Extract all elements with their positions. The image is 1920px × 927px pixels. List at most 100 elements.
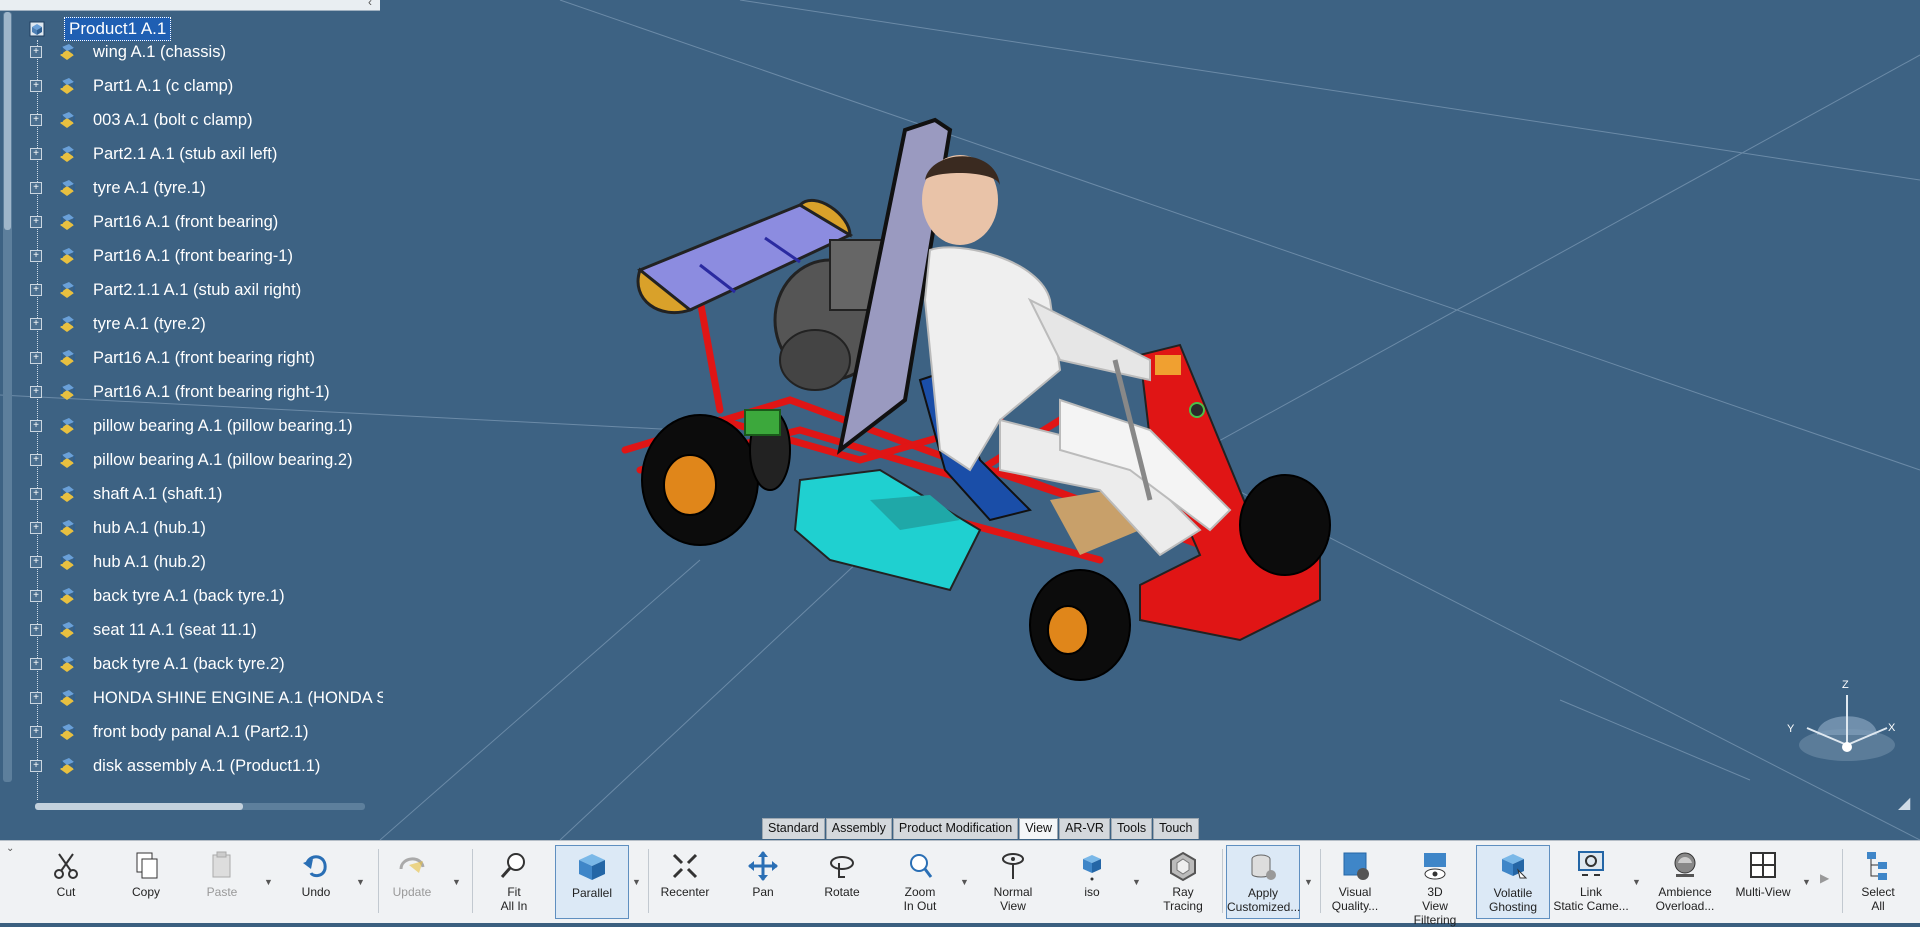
expand-icon[interactable]: + bbox=[30, 250, 42, 262]
multi-view-dropdown-icon[interactable]: ▼ bbox=[1802, 877, 1811, 887]
tree-item[interactable]: + front body panal A.1 (Part2.1) bbox=[30, 720, 309, 744]
toolbar-scroll-right-icon[interactable]: ▶ bbox=[1820, 871, 1829, 885]
tree-item[interactable]: + Part2.1.1 A.1 (stub axil right) bbox=[30, 278, 301, 302]
tree-item[interactable]: + hub A.1 (hub.2) bbox=[30, 550, 206, 574]
volatile-ghosting-button[interactable]: Volatile Ghosting bbox=[1476, 845, 1550, 919]
expand-icon[interactable]: + bbox=[30, 386, 42, 398]
ray-tracing-button[interactable]: Ray Tracing bbox=[1153, 845, 1213, 919]
tree-item[interactable]: + Part2.1 A.1 (stub axil left) bbox=[30, 142, 277, 166]
iso-view-button[interactable]: iso bbox=[1062, 845, 1122, 919]
expand-icon[interactable]: + bbox=[30, 80, 42, 92]
expand-icon[interactable]: + bbox=[30, 692, 42, 704]
tree-item[interactable]: + HONDA SHINE ENGINE A.1 (HONDA S bbox=[30, 686, 383, 710]
tree-item[interactable]: + seat 11 A.1 (seat 11.1) bbox=[30, 618, 257, 642]
paste-button[interactable]: Paste bbox=[196, 845, 248, 919]
tree-header-bar: ‹ bbox=[0, 0, 380, 11]
compass-icon[interactable]: Z X Y bbox=[1775, 679, 1905, 780]
tree-item[interactable]: + Part1 A.1 (c clamp) bbox=[30, 74, 233, 98]
expand-icon[interactable]: + bbox=[30, 726, 42, 738]
expand-icon[interactable]: + bbox=[30, 148, 42, 160]
expand-icon[interactable]: + bbox=[30, 216, 42, 228]
tree-item[interactable]: + shaft A.1 (shaft.1) bbox=[30, 482, 222, 506]
tree-item[interactable]: + tyre A.1 (tyre.2) bbox=[30, 312, 206, 336]
tree-item[interactable]: + back tyre A.1 (back tyre.1) bbox=[30, 584, 285, 608]
ambience-overload-button[interactable]: Ambience Overload... bbox=[1652, 845, 1718, 919]
expand-icon[interactable]: + bbox=[30, 522, 42, 534]
tree-item[interactable]: +003 A.1 (bolt c clamp) bbox=[30, 108, 253, 132]
normal-view-button[interactable]: Normal View bbox=[983, 845, 1043, 919]
apply-customized-dropdown-icon[interactable]: ▼ bbox=[1304, 877, 1313, 887]
expand-icon[interactable]: + bbox=[30, 556, 42, 568]
iso-dropdown-icon[interactable]: ▼ bbox=[1132, 877, 1141, 887]
update-dropdown-icon[interactable]: ▼ bbox=[452, 877, 461, 887]
expand-icon[interactable]: + bbox=[30, 488, 42, 500]
expand-icon[interactable]: + bbox=[30, 760, 42, 772]
multi-view-button[interactable]: Multi-View bbox=[1728, 845, 1798, 919]
collapse-chevron-icon[interactable]: ⌄ bbox=[6, 843, 14, 854]
chevron-left-icon[interactable]: ‹ bbox=[368, 0, 372, 9]
rotate-button[interactable]: Rotate bbox=[812, 845, 872, 919]
tab-tools[interactable]: Tools bbox=[1110, 818, 1153, 839]
expand-icon[interactable]: + bbox=[30, 352, 42, 364]
update-button[interactable]: Update bbox=[386, 845, 438, 919]
tab-ar-vr[interactable]: AR-VR bbox=[1059, 818, 1110, 839]
view-filtering-button[interactable]: 3D View Filtering bbox=[1400, 845, 1470, 927]
specification-tree[interactable]: ‹ Product1 A.1 + wing A.1 (chassis) + Part1… bbox=[0, 0, 385, 812]
tree-root-node[interactable]: Product1 A.1 bbox=[28, 16, 172, 42]
expand-icon[interactable]: + bbox=[30, 182, 42, 194]
link-static-camera-button[interactable]: Link Static Came... bbox=[1553, 845, 1629, 919]
tree-item[interactable]: + back tyre A.1 (back tyre.2) bbox=[30, 652, 285, 676]
part-instance-icon bbox=[60, 554, 75, 570]
expand-icon[interactable]: + bbox=[30, 590, 42, 602]
parallel-button[interactable]: Parallel bbox=[555, 845, 629, 919]
compass-navigator[interactable]: Z X Y bbox=[1775, 679, 1905, 780]
zoom-dropdown-icon[interactable]: ▼ bbox=[960, 877, 969, 887]
corner-arrow-icon[interactable]: ◢ bbox=[1898, 793, 1910, 813]
apply-customized-button[interactable]: Apply Customized... bbox=[1226, 845, 1300, 919]
tab-assembly[interactable]: Assembly bbox=[825, 818, 892, 839]
tree-root-label[interactable]: Product1 A.1 bbox=[64, 17, 172, 41]
tab-product-modification[interactable]: Product Modification bbox=[892, 818, 1019, 839]
tree-item[interactable]: + disk assembly A.1 (Product1.1) bbox=[30, 754, 320, 778]
fit-all-in-button[interactable]: Fit All In bbox=[484, 845, 544, 919]
tree-item[interactable]: + wing A.1 (chassis) bbox=[30, 40, 226, 64]
tab-view[interactable]: View bbox=[1019, 818, 1059, 839]
undo-button[interactable]: Undo bbox=[290, 845, 342, 919]
parallel-dropdown-icon[interactable]: ▼ bbox=[632, 877, 641, 887]
tab-standard[interactable]: Standard bbox=[762, 818, 825, 839]
tree-horizontal-scrollbar[interactable] bbox=[35, 803, 365, 810]
expand-icon[interactable]: + bbox=[30, 454, 42, 466]
tree-item[interactable]: + pillow bearing A.1 (pillow bearing.2) bbox=[30, 448, 353, 472]
tree-item[interactable]: + Part16 A.1 (front bearing right-1) bbox=[30, 380, 330, 404]
recenter-button[interactable]: Recenter bbox=[655, 845, 715, 919]
copy-button[interactable]: Copy bbox=[120, 845, 172, 919]
tree-item[interactable]: + Part16 A.1 (front bearing) bbox=[30, 210, 278, 234]
undo-label: Undo bbox=[301, 885, 331, 899]
pan-button[interactable]: Pan bbox=[733, 845, 793, 919]
expand-icon[interactable]: + bbox=[30, 624, 42, 636]
expand-icon[interactable]: + bbox=[30, 318, 42, 330]
expand-icon[interactable]: + bbox=[30, 114, 42, 126]
select-all-button[interactable]: Select All bbox=[1850, 845, 1906, 919]
undo-dropdown-icon[interactable]: ▼ bbox=[356, 877, 365, 887]
tree-item[interactable]: + pillow bearing A.1 (pillow bearing.1) bbox=[30, 414, 353, 438]
tree-item[interactable]: + Part16 A.1 (front bearing right) bbox=[30, 346, 315, 370]
paste-dropdown-icon[interactable]: ▼ bbox=[264, 877, 273, 887]
fit-label-line2: All In bbox=[500, 899, 528, 913]
tree-item[interactable]: + hub A.1 (hub.1) bbox=[30, 516, 206, 540]
part-instance-icon bbox=[60, 78, 75, 94]
visual-quality-button[interactable]: Visual Quality... bbox=[1325, 845, 1385, 919]
expand-icon[interactable]: + bbox=[30, 284, 42, 296]
expand-icon[interactable]: + bbox=[30, 658, 42, 670]
tree-item[interactable]: + tyre A.1 (tyre.1) bbox=[30, 176, 206, 200]
cut-button[interactable]: Cut bbox=[40, 845, 92, 919]
expand-icon[interactable]: + bbox=[30, 420, 42, 432]
expand-icon[interactable]: + bbox=[30, 46, 42, 58]
tree-item[interactable]: + Part16 A.1 (front bearing-1) bbox=[30, 244, 293, 268]
link-camera-dropdown-icon[interactable]: ▼ bbox=[1632, 877, 1641, 887]
scrollbar-thumb[interactable] bbox=[4, 12, 11, 230]
tree-vertical-scrollbar[interactable] bbox=[3, 12, 12, 782]
scrollbar-thumb[interactable] bbox=[35, 803, 243, 810]
zoom-in-out-button[interactable]: Zoom In Out bbox=[890, 845, 950, 919]
tab-touch[interactable]: Touch bbox=[1153, 818, 1199, 839]
